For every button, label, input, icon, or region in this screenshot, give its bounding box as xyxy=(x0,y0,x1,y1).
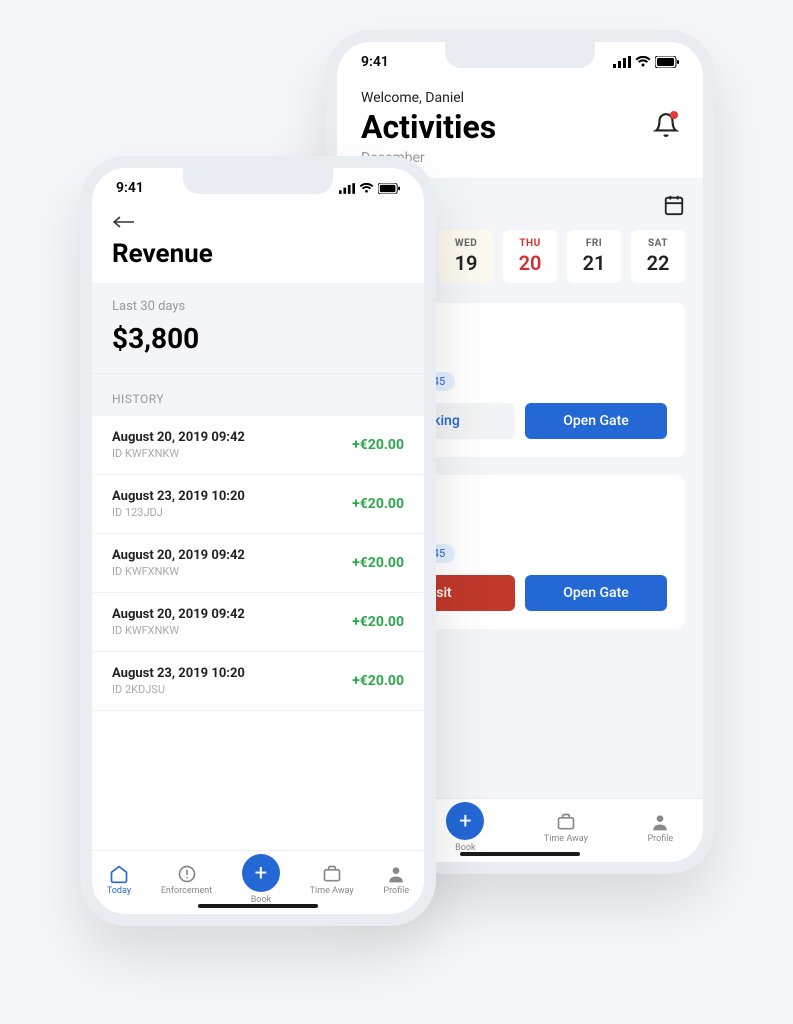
tab-profile[interactable]: Profile xyxy=(383,864,409,896)
arrow-left-icon xyxy=(112,215,136,229)
history-row[interactable]: August 23, 2019 10:20 ID 123JDJ +€20.00 xyxy=(92,475,424,534)
plus-icon: + xyxy=(446,802,484,840)
tab-profile[interactable]: Profile xyxy=(647,812,673,844)
status-indicators xyxy=(613,56,679,68)
phone-revenue: 9:41 Revenue Last 30 days $3,800 HIS xyxy=(80,156,436,926)
person-icon xyxy=(650,812,670,832)
revenue-summary: Last 30 days $3,800 xyxy=(92,283,424,374)
home-indicator[interactable] xyxy=(198,904,318,908)
welcome-text: Welcome, Daniel xyxy=(361,90,679,106)
plus-icon: + xyxy=(242,854,280,892)
calendar-icon xyxy=(663,194,685,216)
briefcase-icon xyxy=(556,812,576,832)
tab-timeaway[interactable]: Time Away xyxy=(310,864,354,896)
tab-book[interactable]: + Book xyxy=(446,802,484,853)
notifications-button[interactable] xyxy=(653,112,679,142)
day-fri[interactable]: FRI 21 xyxy=(567,230,621,283)
history-heading: HISTORY xyxy=(92,374,424,416)
amount: +€20.00 xyxy=(352,496,404,512)
person-icon xyxy=(386,864,406,884)
notch xyxy=(445,42,595,68)
summary-amount: $3,800 xyxy=(112,322,404,355)
back-button[interactable] xyxy=(112,214,404,233)
home-icon xyxy=(109,864,129,884)
amount: +€20.00 xyxy=(352,555,404,571)
status-indicators xyxy=(339,183,400,194)
history-list: August 20, 2019 09:42 ID KWFXNKW +€20.00… xyxy=(92,416,424,850)
tab-book[interactable]: + Book xyxy=(242,854,280,905)
day-sat[interactable]: SAT 22 xyxy=(631,230,685,283)
home-indicator[interactable] xyxy=(460,852,580,856)
day-wed[interactable]: WED 19 xyxy=(439,230,493,283)
page-title: Activities xyxy=(361,108,496,146)
calendar-button[interactable] xyxy=(663,194,685,220)
page-title: Revenue xyxy=(112,239,404,269)
history-row[interactable]: August 20, 2019 09:42 ID KWFXNKW +€20.00 xyxy=(92,593,424,652)
open-gate-button[interactable]: Open Gate xyxy=(525,403,667,439)
wifi-icon xyxy=(359,183,374,194)
history-row[interactable]: August 23, 2019 10:20 ID 2KDJSU +€20.00 xyxy=(92,652,424,711)
amount: +€20.00 xyxy=(352,437,404,453)
status-time: 9:41 xyxy=(116,180,144,196)
wifi-icon xyxy=(635,56,651,68)
tab-enforcement[interactable]: Enforcement xyxy=(161,864,212,896)
history-row[interactable]: August 20, 2019 09:42 ID KWFXNKW +€20.00 xyxy=(92,534,424,593)
status-time: 9:41 xyxy=(361,54,389,70)
signal-icon xyxy=(339,183,355,194)
battery-icon xyxy=(378,183,400,194)
history-row[interactable]: August 20, 2019 09:42 ID KWFXNKW +€20.00 xyxy=(92,416,424,475)
notch xyxy=(183,168,333,194)
briefcase-icon xyxy=(322,864,342,884)
tab-today[interactable]: Today xyxy=(107,864,131,896)
amount: +€20.00 xyxy=(352,614,404,630)
signal-icon xyxy=(613,56,631,68)
summary-label: Last 30 days xyxy=(112,299,404,314)
tab-timeaway[interactable]: Time Away xyxy=(544,812,588,844)
notification-dot xyxy=(670,111,678,119)
open-gate-button[interactable]: Open Gate xyxy=(525,575,667,611)
amount: +€20.00 xyxy=(352,673,404,689)
alert-icon xyxy=(177,864,197,884)
day-thu[interactable]: THU 20 xyxy=(503,230,557,283)
battery-icon xyxy=(655,56,679,68)
